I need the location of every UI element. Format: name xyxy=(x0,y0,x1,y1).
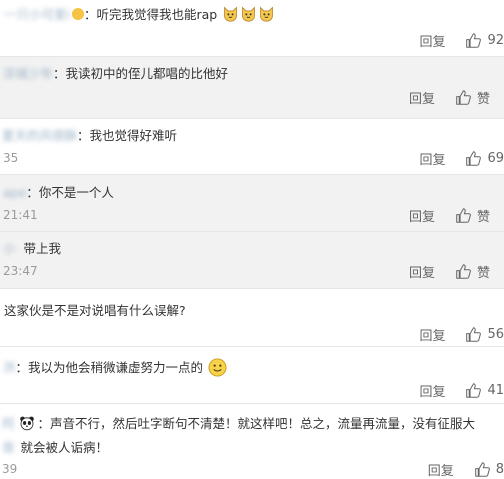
reply-button[interactable]: 回复 xyxy=(419,381,445,400)
like-label: 赞 xyxy=(476,92,490,107)
comment-item: 洪：我以为他会稍微谦虚努力一点的 回复 41 xyxy=(0,347,504,404)
comment-text: 你不是一个人 xyxy=(38,185,114,200)
thumbs-up-icon xyxy=(466,33,482,48)
cat-face-icon xyxy=(260,6,274,22)
comment-item: 凉城少年：我读初中的侄儿都唱的比他好 回复 赞 xyxy=(0,57,504,119)
like-count: 92 xyxy=(487,33,504,48)
comment-text: 带上我 xyxy=(23,241,61,256)
reply-button[interactable]: 回复 xyxy=(419,325,445,344)
comment-item: 夏天的风很酥：我也觉得好难听 35 回复 69 xyxy=(0,119,504,175)
user-badge-icon xyxy=(71,8,84,20)
like-button[interactable]: 赞 xyxy=(455,262,490,281)
thumbs-up-icon xyxy=(456,90,471,105)
like-button[interactable]: 41 xyxy=(465,382,504,399)
comment-username[interactable]: 凉城少年 xyxy=(3,66,53,81)
like-button[interactable]: 56 xyxy=(465,326,504,343)
comment-item: ape：你不是一个人 21:41 回复 赞 xyxy=(0,175,504,232)
thumbs-up-icon xyxy=(456,264,471,279)
comment-text: 这家伙是不是对说唱有什么误解? xyxy=(4,303,186,318)
comment-timestamp: 23:47 xyxy=(3,264,38,278)
comment-username[interactable]: ape xyxy=(3,185,26,200)
comment-text: 听完我觉得我也能rap xyxy=(96,7,218,22)
reply-button[interactable]: 回复 xyxy=(409,206,435,225)
cat-face-icon xyxy=(224,6,238,22)
like-count: 69 xyxy=(487,151,504,166)
like-label: 赞 xyxy=(476,266,490,281)
reply-button[interactable]: 回复 xyxy=(409,262,435,281)
comment-timestamp: 39 xyxy=(2,462,18,476)
comment-item: 这家伙是不是对说唱有什么误解? 回复 56 xyxy=(0,289,504,347)
comment-text: 我以为他会稍微谦虚努力一点的 xyxy=(28,360,204,375)
smile-emoji-icon xyxy=(208,358,227,377)
reply-button[interactable]: 回复 xyxy=(419,31,445,50)
like-button[interactable]: 92 xyxy=(465,32,504,49)
comment-username[interactable]: 夏天的风很酥 xyxy=(2,128,77,143)
comment-timestamp: 35 xyxy=(3,151,19,165)
like-button[interactable]: 69 xyxy=(465,150,504,167)
comment-item: 一只小可爱i ：听完我觉得我也能rap 回复 92 xyxy=(0,0,504,57)
thumbs-up-icon xyxy=(474,462,490,477)
comment-item: 阿：声音不行，然后吐字断句不清楚！就这样吧！总之，流量再流量，没有征服大 哥就会… xyxy=(2,416,504,479)
comment-text: 声音不行，然后吐字断句不清楚！就这样吧！总之，流量再流量，没有征服大 xyxy=(50,416,476,431)
comment-timestamp: 21:41 xyxy=(3,208,38,222)
like-label: 赞 xyxy=(476,210,490,225)
thumbs-up-icon xyxy=(456,208,471,223)
like-count: 56 xyxy=(487,327,504,342)
comment-text: 我也觉得好难听 xyxy=(89,128,178,143)
thumbs-up-icon xyxy=(466,327,482,342)
reply-button[interactable]: 回复 xyxy=(428,460,454,479)
reply-button[interactable]: 回复 xyxy=(419,149,445,168)
panda-emoji-icon xyxy=(19,416,34,431)
reply-button[interactable]: 回复 xyxy=(409,88,435,107)
comment-text: 我读初中的侄儿都唱的比他好 xyxy=(65,66,229,81)
like-count: 8 xyxy=(495,462,504,477)
thumbs-up-icon xyxy=(466,151,482,166)
comment-username[interactable]: 洪 xyxy=(3,360,16,375)
cat-face-icon xyxy=(242,6,256,22)
comment-item: 小 带上我 23:47 回复 赞 xyxy=(0,232,504,289)
like-count: 41 xyxy=(487,383,504,398)
comment-username[interactable]: 一只小可爱i xyxy=(4,7,70,22)
thumbs-up-icon xyxy=(466,383,482,398)
comment-feed: 一只小可爱i ：听完我觉得我也能rap 回复 92 凉城少年：我读初中的侄儿都唱的… xyxy=(0,0,504,479)
like-button[interactable]: 赞 xyxy=(455,206,490,225)
like-button[interactable]: 赞 xyxy=(455,88,490,107)
like-button[interactable]: 8 xyxy=(474,461,504,478)
comment-username[interactable]: 阿 xyxy=(2,416,15,431)
comment-username[interactable]: 小 xyxy=(3,241,16,256)
comment-text-continued: 就会被人诟病！ xyxy=(20,440,109,455)
